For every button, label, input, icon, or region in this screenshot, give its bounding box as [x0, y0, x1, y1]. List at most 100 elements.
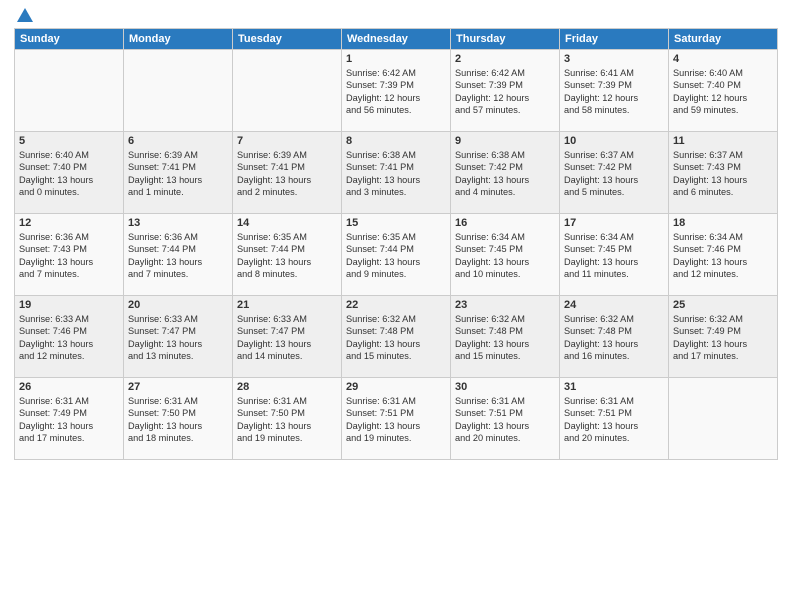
calendar-cell: 5 Sunrise: 6:40 AMSunset: 7:40 PMDaylight…	[15, 132, 124, 214]
calendar-cell: 1 Sunrise: 6:42 AMSunset: 7:39 PMDaylight…	[342, 50, 451, 132]
day-number: 28	[237, 381, 337, 393]
calendar-cell: 14 Sunrise: 6:35 AMSunset: 7:44 PMDayligh…	[233, 214, 342, 296]
cell-content: Sunrise: 6:33 AMSunset: 7:47 PMDaylight:…	[128, 313, 228, 363]
cell-content: Sunrise: 6:40 AMSunset: 7:40 PMDaylight:…	[19, 149, 119, 199]
day-number: 18	[673, 217, 773, 229]
calendar-cell	[15, 50, 124, 132]
cell-content: Sunrise: 6:35 AMSunset: 7:44 PMDaylight:…	[237, 231, 337, 281]
cell-content: Sunrise: 6:31 AMSunset: 7:50 PMDaylight:…	[128, 395, 228, 445]
col-header-wednesday: Wednesday	[342, 29, 451, 50]
calendar-cell: 20 Sunrise: 6:33 AMSunset: 7:47 PMDayligh…	[124, 296, 233, 378]
day-number: 6	[128, 135, 228, 147]
cell-content: Sunrise: 6:31 AMSunset: 7:50 PMDaylight:…	[237, 395, 337, 445]
calendar-cell: 19 Sunrise: 6:33 AMSunset: 7:46 PMDayligh…	[15, 296, 124, 378]
cell-content: Sunrise: 6:39 AMSunset: 7:41 PMDaylight:…	[128, 149, 228, 199]
calendar-cell: 26 Sunrise: 6:31 AMSunset: 7:49 PMDayligh…	[15, 378, 124, 460]
cell-content: Sunrise: 6:32 AMSunset: 7:48 PMDaylight:…	[346, 313, 446, 363]
day-number: 24	[564, 299, 664, 311]
day-number: 3	[564, 53, 664, 65]
logo	[14, 10, 35, 20]
week-row-5: 26 Sunrise: 6:31 AMSunset: 7:49 PMDayligh…	[15, 378, 778, 460]
day-number: 27	[128, 381, 228, 393]
cell-content: Sunrise: 6:32 AMSunset: 7:48 PMDaylight:…	[455, 313, 555, 363]
cell-content: Sunrise: 6:32 AMSunset: 7:48 PMDaylight:…	[564, 313, 664, 363]
header-row: SundayMondayTuesdayWednesdayThursdayFrid…	[15, 29, 778, 50]
calendar-cell: 13 Sunrise: 6:36 AMSunset: 7:44 PMDayligh…	[124, 214, 233, 296]
week-row-2: 5 Sunrise: 6:40 AMSunset: 7:40 PMDaylight…	[15, 132, 778, 214]
day-number: 2	[455, 53, 555, 65]
calendar-cell: 29 Sunrise: 6:31 AMSunset: 7:51 PMDayligh…	[342, 378, 451, 460]
calendar-cell: 23 Sunrise: 6:32 AMSunset: 7:48 PMDayligh…	[451, 296, 560, 378]
cell-content: Sunrise: 6:34 AMSunset: 7:45 PMDaylight:…	[564, 231, 664, 281]
calendar-cell: 3 Sunrise: 6:41 AMSunset: 7:39 PMDaylight…	[560, 50, 669, 132]
week-row-3: 12 Sunrise: 6:36 AMSunset: 7:43 PMDayligh…	[15, 214, 778, 296]
day-number: 19	[19, 299, 119, 311]
day-number: 16	[455, 217, 555, 229]
day-number: 4	[673, 53, 773, 65]
cell-content: Sunrise: 6:41 AMSunset: 7:39 PMDaylight:…	[564, 67, 664, 117]
calendar-cell: 2 Sunrise: 6:42 AMSunset: 7:39 PMDaylight…	[451, 50, 560, 132]
day-number: 29	[346, 381, 446, 393]
calendar-cell: 11Sunrise: 6:37 AMSunset: 7:43 PMDayligh…	[669, 132, 778, 214]
calendar-cell: 27 Sunrise: 6:31 AMSunset: 7:50 PMDayligh…	[124, 378, 233, 460]
calendar-cell: 31Sunrise: 6:31 AMSunset: 7:51 PMDayligh…	[560, 378, 669, 460]
day-number: 25	[673, 299, 773, 311]
calendar-cell	[669, 378, 778, 460]
cell-content: Sunrise: 6:35 AMSunset: 7:44 PMDaylight:…	[346, 231, 446, 281]
day-number: 31	[564, 381, 664, 393]
cell-content: Sunrise: 6:31 AMSunset: 7:51 PMDaylight:…	[346, 395, 446, 445]
calendar-cell: 7 Sunrise: 6:39 AMSunset: 7:41 PMDaylight…	[233, 132, 342, 214]
col-header-friday: Friday	[560, 29, 669, 50]
cell-content: Sunrise: 6:39 AMSunset: 7:41 PMDaylight:…	[237, 149, 337, 199]
cell-content: Sunrise: 6:40 AMSunset: 7:40 PMDaylight:…	[673, 67, 773, 117]
page: SundayMondayTuesdayWednesdayThursdayFrid…	[0, 0, 792, 612]
calendar-cell: 21 Sunrise: 6:33 AMSunset: 7:47 PMDayligh…	[233, 296, 342, 378]
day-number: 14	[237, 217, 337, 229]
col-header-tuesday: Tuesday	[233, 29, 342, 50]
day-number: 8	[346, 135, 446, 147]
cell-content: Sunrise: 6:32 AMSunset: 7:49 PMDaylight:…	[673, 313, 773, 363]
day-number: 5	[19, 135, 119, 147]
calendar-cell: 30Sunrise: 6:31 AMSunset: 7:51 PMDayligh…	[451, 378, 560, 460]
cell-content: Sunrise: 6:34 AMSunset: 7:46 PMDaylight:…	[673, 231, 773, 281]
day-number: 7	[237, 135, 337, 147]
cell-content: Sunrise: 6:37 AMSunset: 7:42 PMDaylight:…	[564, 149, 664, 199]
day-number: 20	[128, 299, 228, 311]
week-row-1: 1 Sunrise: 6:42 AMSunset: 7:39 PMDaylight…	[15, 50, 778, 132]
cell-content: Sunrise: 6:42 AMSunset: 7:39 PMDaylight:…	[346, 67, 446, 117]
cell-content: Sunrise: 6:31 AMSunset: 7:49 PMDaylight:…	[19, 395, 119, 445]
cell-content: Sunrise: 6:33 AMSunset: 7:46 PMDaylight:…	[19, 313, 119, 363]
calendar-cell: 8Sunrise: 6:38 AMSunset: 7:41 PMDaylight…	[342, 132, 451, 214]
cell-content: Sunrise: 6:36 AMSunset: 7:43 PMDaylight:…	[19, 231, 119, 281]
col-header-monday: Monday	[124, 29, 233, 50]
calendar-cell: 22Sunrise: 6:32 AMSunset: 7:48 PMDayligh…	[342, 296, 451, 378]
day-number: 26	[19, 381, 119, 393]
cell-content: Sunrise: 6:38 AMSunset: 7:42 PMDaylight:…	[455, 149, 555, 199]
calendar-cell: 17Sunrise: 6:34 AMSunset: 7:45 PMDayligh…	[560, 214, 669, 296]
calendar-cell: 28 Sunrise: 6:31 AMSunset: 7:50 PMDayligh…	[233, 378, 342, 460]
calendar-cell	[124, 50, 233, 132]
day-number: 13	[128, 217, 228, 229]
calendar-cell: 6 Sunrise: 6:39 AMSunset: 7:41 PMDaylight…	[124, 132, 233, 214]
calendar-cell: 9 Sunrise: 6:38 AMSunset: 7:42 PMDaylight…	[451, 132, 560, 214]
day-number: 11	[673, 135, 773, 147]
day-number: 12	[19, 217, 119, 229]
cell-content: Sunrise: 6:36 AMSunset: 7:44 PMDaylight:…	[128, 231, 228, 281]
calendar-cell: 16 Sunrise: 6:34 AMSunset: 7:45 PMDayligh…	[451, 214, 560, 296]
col-header-saturday: Saturday	[669, 29, 778, 50]
day-number: 21	[237, 299, 337, 311]
cell-content: Sunrise: 6:31 AMSunset: 7:51 PMDaylight:…	[455, 395, 555, 445]
day-number: 1	[346, 53, 446, 65]
day-number: 23	[455, 299, 555, 311]
cell-content: Sunrise: 6:33 AMSunset: 7:47 PMDaylight:…	[237, 313, 337, 363]
day-number: 15	[346, 217, 446, 229]
calendar-cell: 18 Sunrise: 6:34 AMSunset: 7:46 PMDayligh…	[669, 214, 778, 296]
calendar-cell: 12 Sunrise: 6:36 AMSunset: 7:43 PMDayligh…	[15, 214, 124, 296]
cell-content: Sunrise: 6:34 AMSunset: 7:45 PMDaylight:…	[455, 231, 555, 281]
calendar-cell: 4 Sunrise: 6:40 AMSunset: 7:40 PMDaylight…	[669, 50, 778, 132]
calendar-table: SundayMondayTuesdayWednesdayThursdayFrid…	[14, 28, 778, 460]
logo-icon	[15, 6, 35, 26]
cell-content: Sunrise: 6:42 AMSunset: 7:39 PMDaylight:…	[455, 67, 555, 117]
day-number: 9	[455, 135, 555, 147]
calendar-cell	[233, 50, 342, 132]
